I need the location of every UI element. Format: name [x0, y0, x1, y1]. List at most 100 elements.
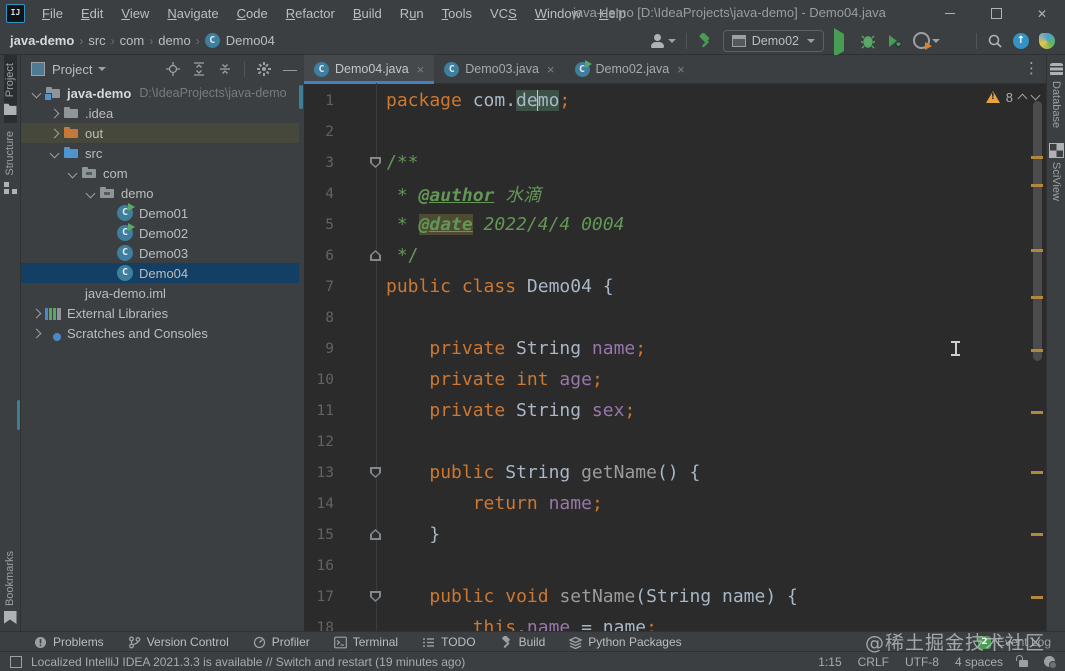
line-number[interactable]: 7 — [304, 279, 334, 295]
line-number[interactable]: 11 — [304, 403, 334, 419]
tree-item--idea[interactable]: .idea — [21, 103, 299, 123]
event-log-button[interactable]: 2Event Log — [978, 635, 1051, 649]
code-editor[interactable]: 1package com.demo;23/**4 * @author 水滴5 *… — [304, 83, 1033, 632]
tree-item-demo03[interactable]: CDemo03 — [21, 243, 299, 263]
editor-tab-demo03-java[interactable]: CDemo03.java× — [434, 55, 564, 83]
tool-button-profiler[interactable]: Profiler — [253, 635, 310, 649]
stripe-tab-sciview[interactable]: SciView — [1050, 136, 1063, 209]
line-number[interactable]: 13 — [304, 465, 334, 481]
chevron-expanded-icon[interactable] — [85, 188, 95, 198]
caret-position[interactable]: 1:15 — [818, 655, 841, 669]
tree-item-out[interactable]: out — [21, 123, 299, 143]
menu-file[interactable]: File — [33, 6, 72, 21]
tool-button-version-control[interactable]: Version Control — [128, 635, 229, 649]
user-menu-button[interactable] — [650, 33, 676, 49]
tree-item-demo04[interactable]: CDemo04 — [21, 263, 299, 283]
warning-stripe-mark[interactable] — [1031, 184, 1043, 187]
breadcrumb-item-com[interactable]: com — [120, 33, 145, 48]
warning-stripe-mark[interactable] — [1031, 411, 1043, 414]
indent-setting[interactable]: 4 spaces — [955, 655, 1003, 669]
line-number[interactable]: 14 — [304, 496, 334, 512]
settings-gear-button[interactable] — [257, 62, 271, 76]
line-number[interactable]: 5 — [304, 217, 334, 233]
tree-item-src[interactable]: src — [21, 143, 299, 163]
line-number[interactable]: 10 — [304, 372, 334, 388]
stripe-tab-structure[interactable]: Structure — [4, 123, 17, 202]
profiler-button[interactable] — [912, 32, 940, 50]
tree-item-demo01[interactable]: CDemo01 — [21, 203, 299, 223]
select-opened-file-button[interactable] — [166, 62, 180, 76]
stop-button[interactable] — [950, 33, 966, 49]
run-configuration-select[interactable]: Demo02 — [723, 30, 824, 52]
status-message[interactable]: Localized IntelliJ IDEA 2021.3.3 is avai… — [31, 655, 465, 669]
line-number[interactable]: 6 — [304, 248, 334, 264]
line-ending[interactable]: CRLF — [858, 655, 889, 669]
next-problem-icon[interactable] — [1031, 91, 1041, 101]
project-panel-title[interactable]: Project — [52, 62, 92, 77]
menu-build[interactable]: Build — [344, 6, 391, 21]
close-tab-icon[interactable]: × — [417, 62, 425, 77]
menu-tools[interactable]: Tools — [433, 6, 481, 21]
fold-start-icon[interactable] — [370, 157, 381, 168]
close-tab-icon[interactable]: × — [547, 62, 555, 77]
breadcrumb-item-demo04[interactable]: CDemo04 — [205, 33, 275, 48]
line-number[interactable]: 17 — [304, 589, 334, 605]
line-number[interactable]: 1 — [304, 93, 334, 109]
search-everywhere-button[interactable] — [987, 33, 1003, 49]
editor-tab-demo04-java[interactable]: CDemo04.java× — [304, 55, 434, 83]
tree-item-java-demo-iml[interactable]: java-demo.iml — [21, 283, 299, 303]
line-number[interactable]: 16 — [304, 558, 334, 574]
line-number[interactable]: 8 — [304, 310, 334, 326]
close-button[interactable]: ✕ — [1019, 0, 1065, 27]
tab-options-icon[interactable]: ⋮ — [1024, 59, 1039, 77]
fold-end-icon[interactable] — [370, 250, 381, 261]
warning-stripe-mark[interactable] — [1031, 471, 1043, 474]
run-with-coverage-button[interactable] — [886, 33, 902, 49]
update-available-button[interactable]: ↑ — [1013, 33, 1029, 49]
fold-end-icon[interactable] — [370, 529, 381, 540]
menu-view[interactable]: View — [112, 6, 158, 21]
menu-navigate[interactable]: Navigate — [158, 6, 227, 21]
stripe-tab-database[interactable]: Database — [1050, 55, 1063, 136]
tree-item-java-demo[interactable]: java-demoD:\IdeaProjects\java-demo — [21, 83, 299, 103]
tree-item-scratches-and-consoles[interactable]: Scratches and Consoles — [21, 323, 299, 343]
warning-stripe-mark[interactable] — [1031, 596, 1043, 599]
fold-start-icon[interactable] — [370, 591, 381, 602]
chevron-expanded-icon[interactable] — [67, 168, 77, 178]
chevron-collapsed-icon[interactable] — [49, 108, 59, 118]
line-number[interactable]: 4 — [304, 186, 334, 202]
chevron-collapsed-icon[interactable] — [31, 308, 41, 318]
line-number[interactable]: 15 — [304, 527, 334, 543]
tool-button-problems[interactable]: Problems — [34, 635, 104, 649]
chevron-collapsed-icon[interactable] — [31, 328, 41, 338]
warning-stripe-mark[interactable] — [1031, 156, 1043, 159]
stripe-tab-project[interactable]: Project — [4, 55, 17, 123]
build-project-button[interactable] — [697, 33, 713, 49]
debug-button[interactable] — [860, 33, 876, 49]
line-number[interactable]: 12 — [304, 434, 334, 450]
tool-button-terminal[interactable]: Terminal — [334, 635, 398, 649]
warning-stripe-mark[interactable] — [1031, 249, 1043, 252]
maximize-button[interactable] — [973, 0, 1019, 27]
close-tab-icon[interactable]: × — [677, 62, 685, 77]
breadcrumb-item-demo[interactable]: demo — [158, 33, 191, 48]
warning-stripe-mark[interactable] — [1031, 349, 1043, 352]
editor-tab-demo02-java[interactable]: CDemo02.java× — [565, 55, 695, 83]
breadcrumb-item-java-demo[interactable]: java-demo — [10, 33, 74, 48]
editor-scrollbar[interactable] — [1033, 101, 1042, 361]
prev-problem-icon[interactable] — [1018, 94, 1028, 104]
expand-all-button[interactable] — [192, 62, 206, 76]
run-button[interactable] — [834, 32, 850, 50]
tree-item-com[interactable]: com — [21, 163, 299, 183]
warning-stripe-mark[interactable] — [1031, 533, 1043, 536]
hide-panel-button[interactable]: — — [283, 61, 297, 77]
plugin-colorful-icon[interactable] — [1039, 33, 1055, 49]
tree-item-demo02[interactable]: CDemo02 — [21, 223, 299, 243]
file-encoding[interactable]: UTF-8 — [905, 655, 939, 669]
tree-item-demo[interactable]: demo — [21, 183, 299, 203]
notifications-icon[interactable] — [1044, 656, 1055, 667]
breadcrumb-item-src[interactable]: src — [88, 33, 105, 48]
menu-code[interactable]: Code — [228, 6, 277, 21]
unlock-icon[interactable] — [1019, 660, 1028, 667]
menu-edit[interactable]: Edit — [72, 6, 112, 21]
